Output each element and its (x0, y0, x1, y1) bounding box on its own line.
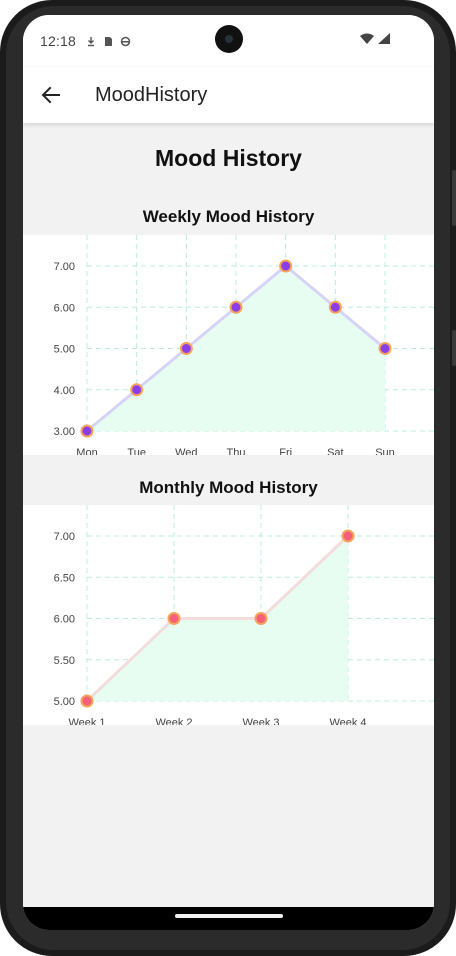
y-tick-label: 7.00 (54, 531, 75, 543)
data-point[interactable] (130, 383, 144, 397)
status-bar: 12:18 (23, 15, 434, 67)
data-point[interactable] (328, 300, 342, 314)
weekly-chart-card: 3.00 4.00 5.00 6.00 7.00 Mon Tue Wed Thu Fri Sat Su… (23, 235, 434, 455)
front-camera (215, 25, 243, 53)
wifi-icon (360, 33, 374, 44)
data-point[interactable] (229, 300, 243, 314)
data-point[interactable] (378, 342, 392, 355)
y-tick-label: 6.00 (54, 302, 75, 314)
x-tick-label: Week 1 (68, 717, 105, 725)
weekly-chart-title: Weekly Mood History (142, 207, 315, 226)
y-tick-label: 3.00 (54, 426, 75, 438)
status-icons (86, 36, 131, 47)
y-tick-label: 6.50 (54, 572, 75, 584)
navigation-bar (23, 907, 434, 930)
x-tick-label: Wed (175, 447, 197, 455)
y-tick-label: 5.50 (54, 655, 75, 667)
y-tick-label: 7.00 (54, 261, 75, 273)
monthly-chart: 5.00 5.50 6.00 6.50 7.00 Week 1 Week 2 Week 3 We… (54, 505, 434, 725)
download-icon (88, 36, 95, 46)
data-point[interactable] (167, 612, 181, 625)
data-point[interactable] (80, 694, 94, 708)
back-button[interactable] (23, 67, 79, 123)
status-right-icons (360, 33, 390, 44)
arrow-left-icon (41, 86, 60, 104)
x-tick-label: Week 4 (329, 717, 366, 725)
data-point[interactable] (80, 424, 94, 438)
home-indicator[interactable] (175, 914, 283, 918)
page-title: Mood History (155, 145, 302, 171)
status-time: 12:18 (40, 33, 77, 49)
sd-card-icon (105, 36, 113, 46)
y-tick-label: 5.00 (54, 696, 75, 708)
data-point[interactable] (341, 529, 355, 543)
phone-screen: 12:18 MoodHistory Mood History Weekly Mo… (23, 15, 434, 930)
monthly-chart-card: 5.00 5.50 6.00 6.50 7.00 Week 1 Week 2 Week 3 We… (23, 505, 434, 725)
power-button (452, 330, 456, 366)
data-point[interactable] (279, 259, 293, 273)
y-tick-label: 5.00 (54, 344, 75, 356)
y-tick-label: 4.00 (54, 385, 75, 397)
y-tick-label: 6.00 (54, 614, 75, 626)
volume-button (452, 170, 456, 226)
x-tick-label: Tue (127, 447, 146, 455)
app-bar: MoodHistory (23, 67, 434, 123)
data-point[interactable] (179, 342, 193, 355)
x-tick-label: Sat (327, 447, 344, 455)
monthly-chart-title: Monthly Mood History (139, 478, 318, 497)
sync-icon (120, 36, 131, 46)
weekly-chart: 3.00 4.00 5.00 6.00 7.00 Mon Tue Wed Thu Fri Sat Su… (54, 235, 434, 455)
data-point[interactable] (254, 612, 268, 625)
x-tick-label: Fri (279, 447, 292, 455)
app-bar-title: MoodHistory (95, 83, 208, 106)
x-tick-label: Week 3 (242, 717, 279, 725)
x-tick-label: Sun (375, 447, 395, 455)
x-tick-label: Week 2 (155, 717, 192, 725)
x-tick-label: Thu (227, 447, 246, 455)
signal-icon (378, 33, 390, 44)
x-tick-label: Mon (76, 447, 97, 455)
device-frame: 12:18 MoodHistory Mood History Weekly Mo… (0, 0, 456, 956)
